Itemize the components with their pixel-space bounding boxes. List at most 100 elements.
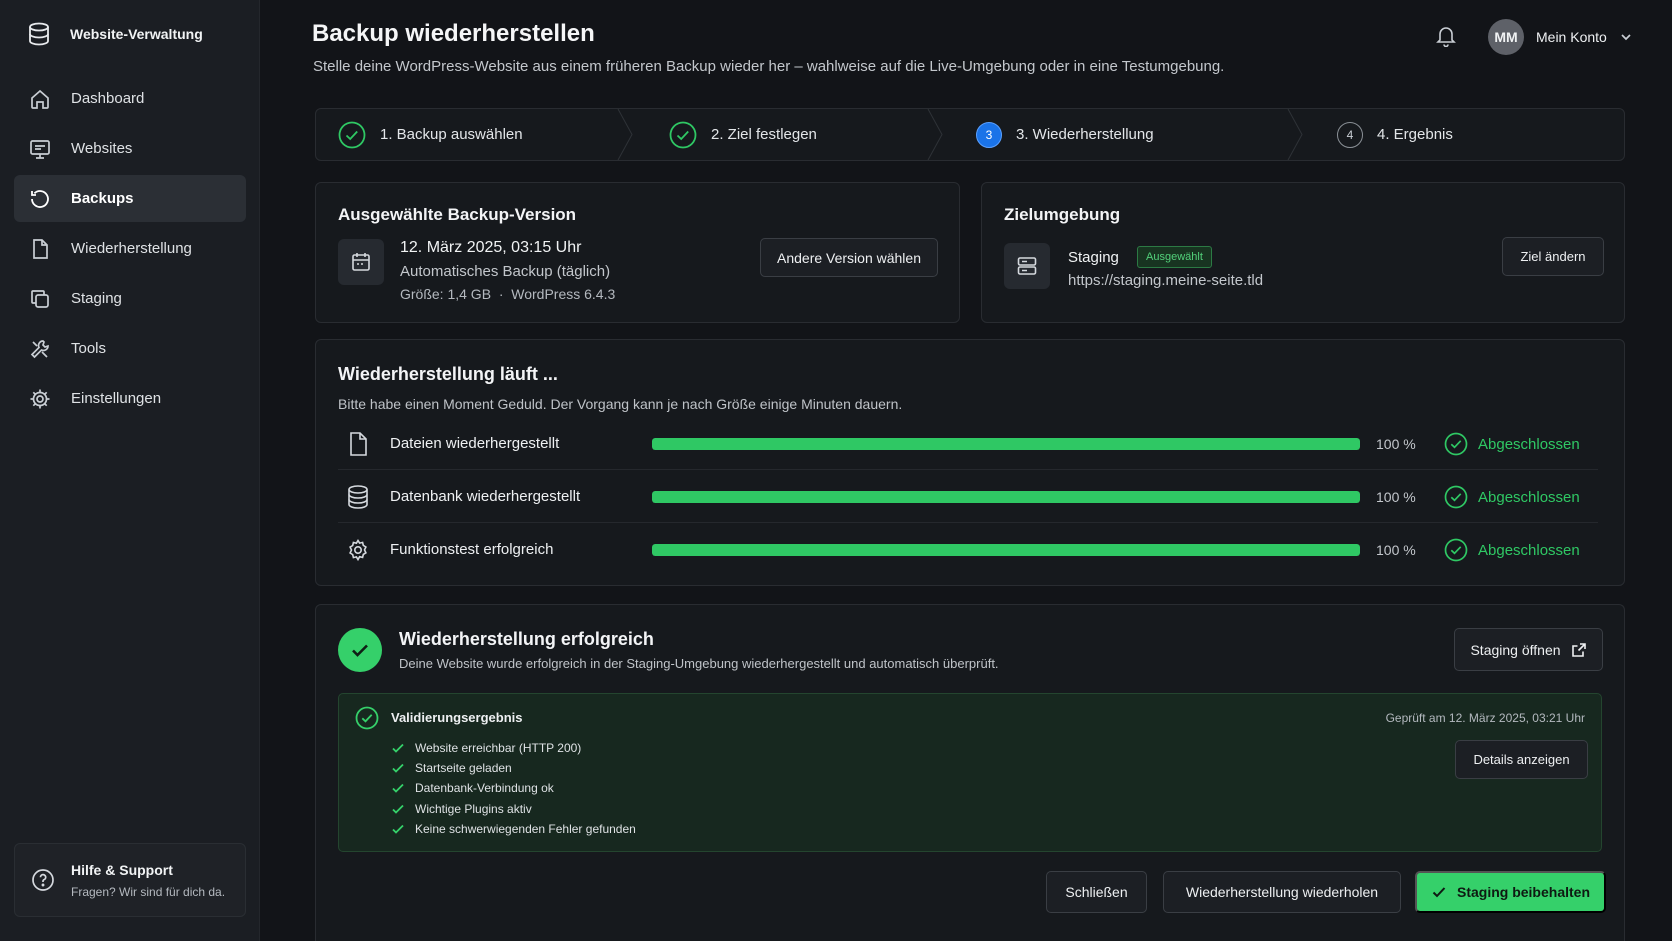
progress-bar-fill — [652, 438, 1360, 450]
card-title: Ausgewählte Backup-Version — [338, 205, 577, 224]
validation-date: Geprüft am 12. März 2025, 03:21 Uhr — [1385, 711, 1585, 725]
external-link-icon — [1571, 642, 1587, 658]
environment-url: https://staging.meine-seite.tld — [1068, 272, 1264, 289]
help-subtitle: Fragen? Wir sind für dich da. — [71, 884, 226, 899]
progress-status: Abgeschlossen — [1478, 436, 1580, 453]
progress-status: Abgeschlossen — [1478, 489, 1580, 506]
check-circle-icon — [1444, 538, 1468, 562]
open-staging-button[interactable]: Staging öffnen — [1454, 628, 1603, 671]
monitor-icon — [29, 138, 51, 160]
account-label: Mein Konto — [1536, 29, 1607, 45]
sidebar-item-backups[interactable]: Backups — [14, 175, 246, 222]
sidebar-item-label: Dashboard — [71, 90, 145, 107]
list-item: Keine schwerwiegenden Fehler gefunden — [391, 819, 636, 839]
change-version-button[interactable]: Andere Version wählen — [760, 238, 938, 277]
progress-row-database: Datenbank wiederhergestellt 100 % Abgesc… — [338, 471, 1598, 523]
environment-name: Staging — [1068, 249, 1119, 266]
help-title: Hilfe & Support — [71, 861, 173, 878]
restore-result-card: Wiederherstellung erfolgreich Deine Webs… — [315, 604, 1625, 941]
backup-type: Automatisches Backup (täglich) — [400, 263, 611, 280]
sidebar-item-staging[interactable]: Staging — [14, 275, 246, 322]
retry-restore-button[interactable]: Wiederherstellung wiederholen — [1163, 871, 1401, 913]
app-title: Website-Verwaltung — [70, 26, 203, 42]
gear-icon — [29, 388, 51, 410]
page-title: Backup wiederherstellen — [312, 20, 595, 47]
tools-icon — [29, 338, 51, 360]
sidebar-item-dashboard[interactable]: Dashboard — [14, 75, 246, 122]
gear-icon — [346, 537, 370, 563]
bell-icon[interactable] — [1436, 25, 1456, 47]
copy-icon — [29, 288, 51, 310]
step-label: 3. Wiederherstellung — [1016, 126, 1154, 143]
restore-progress-card: Wiederherstellung läuft ... Bitte habe e… — [315, 339, 1625, 586]
stepper: 1. Backup auswählen 2. Ziel festlegen 3 … — [315, 108, 1625, 161]
sidebar: Website-Verwaltung Dashboard Websites Ba… — [0, 0, 260, 941]
progress-label: Funktionstest erfolgreich — [390, 541, 554, 558]
target-environment-card: Zielumgebung Staging Ausgewählt https://… — [981, 182, 1625, 323]
progress-bar — [652, 438, 1360, 450]
database-icon — [346, 484, 370, 510]
sidebar-item-einstellungen[interactable]: Einstellungen — [14, 375, 246, 422]
check-circle-icon — [669, 121, 697, 149]
details-button[interactable]: Details anzeigen — [1455, 740, 1588, 779]
validation-panel: Validierungsergebnis Geprüft am 12. März… — [338, 693, 1602, 852]
progress-percent: 100 % — [1376, 436, 1416, 452]
check-icon — [391, 802, 405, 816]
list-item: Datenbank-Verbindung ok — [391, 778, 636, 798]
sidebar-item-label: Websites — [71, 140, 133, 157]
step-1[interactable]: 1. Backup auswählen — [338, 109, 523, 160]
check-circle-icon — [355, 706, 379, 730]
sidebar-item-tools[interactable]: Tools — [14, 325, 246, 372]
step-4[interactable]: 4 4. Ergebnis — [1337, 109, 1453, 160]
step-label: 1. Backup auswählen — [380, 126, 523, 143]
progress-row-files: Dateien wiederhergestellt 100 % Abgeschl… — [338, 418, 1598, 470]
help-icon — [31, 868, 55, 892]
file-icon — [29, 238, 51, 260]
calendar-icon — [338, 239, 384, 285]
list-item-text: Startseite geladen — [415, 761, 512, 776]
open-staging-label: Staging öffnen — [1470, 641, 1561, 658]
step-3[interactable]: 3 3. Wiederherstellung — [976, 109, 1154, 160]
progress-label: Dateien wiederhergestellt — [390, 435, 560, 452]
account-menu[interactable]: MM Mein Konto — [1488, 19, 1633, 55]
list-item-text: Website erreichbar (HTTP 200) — [415, 741, 582, 756]
check-icon — [391, 781, 405, 795]
list-item: Wichtige Plugins aktiv — [391, 799, 636, 819]
progress-status: Abgeschlossen — [1478, 542, 1580, 559]
keep-staging-button[interactable]: Staging beibehalten — [1415, 871, 1606, 913]
page-subtitle: Stelle deine WordPress-Website aus einem… — [313, 58, 1225, 75]
progress-percent: 100 % — [1376, 489, 1416, 505]
sidebar-item-websites[interactable]: Websites — [14, 125, 246, 172]
backup-version-card: Ausgewählte Backup-Version 12. März 2025… — [315, 182, 960, 323]
step-2[interactable]: 2. Ziel festlegen — [669, 109, 817, 160]
check-icon — [1431, 884, 1447, 900]
sidebar-item-label: Staging — [71, 290, 122, 307]
step-number: 3 — [976, 121, 1002, 148]
progress-bar-fill — [652, 491, 1360, 503]
check-circle-icon — [338, 121, 366, 149]
check-icon — [391, 761, 405, 775]
file-icon — [346, 431, 370, 457]
brand[interactable]: Website-Verwaltung — [28, 22, 203, 46]
close-button[interactable]: Schließen — [1046, 871, 1147, 913]
progress-subtitle: Bitte habe einen Moment Geduld. Der Vorg… — [338, 396, 903, 412]
history-icon — [29, 188, 51, 210]
step-label: 4. Ergebnis — [1377, 126, 1453, 143]
sidebar-item-label: Backups — [71, 190, 134, 207]
change-target-button[interactable]: Ziel ändern — [1502, 237, 1604, 276]
help-support-card[interactable]: Hilfe & Support Fragen? Wir sind für dic… — [14, 843, 246, 917]
progress-bar-fill — [652, 544, 1360, 556]
list-item-text: Keine schwerwiegenden Fehler gefunden — [415, 821, 636, 836]
keep-staging-label: Staging beibehalten — [1456, 884, 1590, 900]
avatar: MM — [1488, 19, 1524, 55]
backup-date: 12. März 2025, 03:15 Uhr — [400, 239, 582, 256]
backup-meta: Größe: 1,4 GB · WordPress 6.4.3 — [400, 286, 616, 302]
validation-list: Website erreichbar (HTTP 200) Startseite… — [391, 738, 636, 839]
sidebar-nav: Dashboard Websites Backups Wiederherstel… — [14, 75, 246, 425]
card-title: Wiederherstellung läuft ... — [338, 364, 558, 384]
validation-title: Validierungsergebnis — [391, 710, 523, 725]
list-item-text: Datenbank-Verbindung ok — [415, 781, 554, 796]
sidebar-item-label: Tools — [71, 340, 107, 357]
sidebar-item-wiederherstellung[interactable]: Wiederherstellung — [14, 225, 246, 272]
step-number: 4 — [1337, 121, 1363, 148]
